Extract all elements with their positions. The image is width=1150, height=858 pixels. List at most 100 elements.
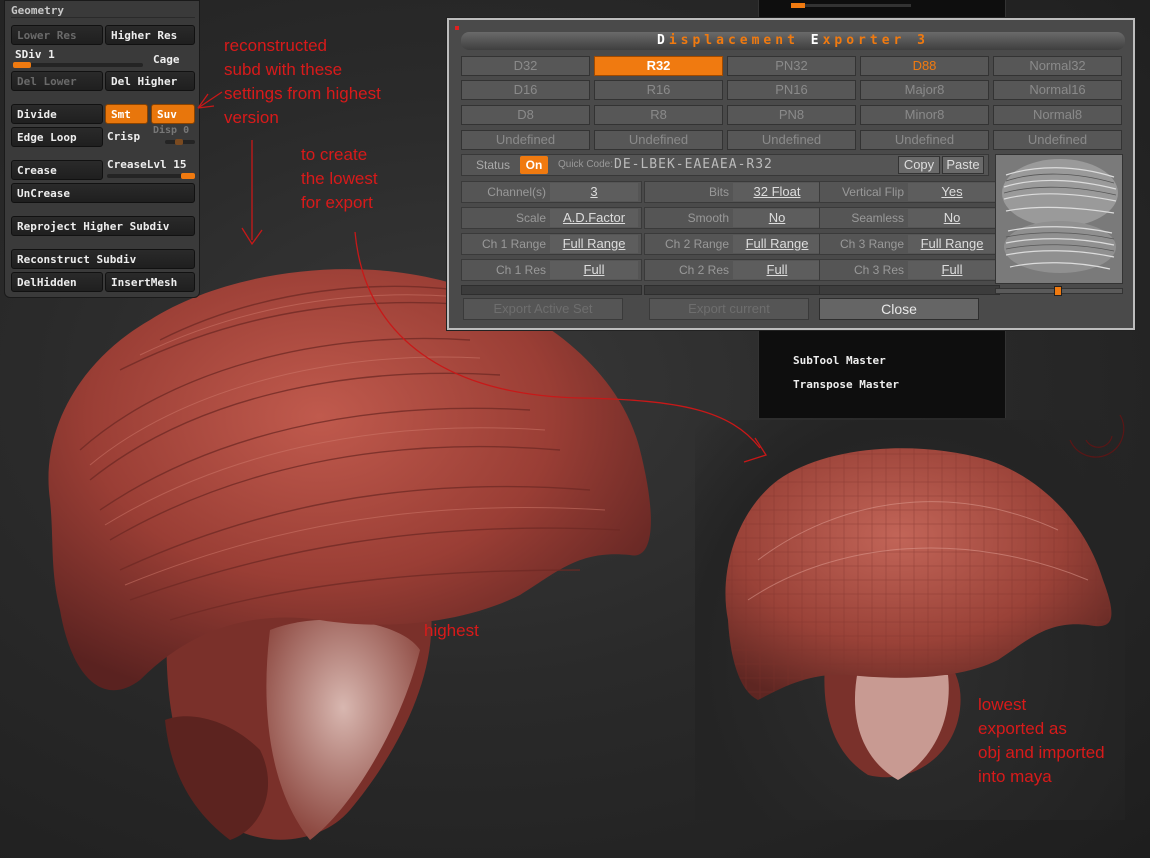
displacement-map-image: [996, 155, 1122, 283]
disp-label: Disp 0: [153, 125, 190, 136]
export-active-set-button[interactable]: Export Active Set: [463, 298, 623, 320]
param-label: Vertical Flip: [841, 185, 904, 199]
reconstruct-subdiv-button[interactable]: Reconstruct Subdiv: [11, 249, 195, 269]
param-value[interactable]: 32 Float: [733, 183, 821, 201]
dialog-title: Displacement Exporter 3: [461, 32, 1125, 50]
annotation-highest: highest: [424, 621, 479, 640]
uncrease-button[interactable]: UnCrease: [11, 183, 195, 203]
format-button-normal16[interactable]: Normal16: [993, 80, 1122, 100]
param-label: Ch 1 Range: [481, 237, 546, 251]
higher-res-button[interactable]: Higher Res: [105, 25, 195, 45]
crease-level-slider[interactable]: [107, 173, 195, 179]
transpose-master-button[interactable]: Transpose Master: [793, 378, 899, 391]
format-button-undefined[interactable]: Undefined: [727, 130, 856, 150]
param-label: Ch 1 Res: [495, 263, 546, 277]
param-value[interactable]: No: [733, 209, 821, 227]
disp-slider-knob[interactable]: [175, 139, 183, 145]
annotation-line: lowest: [978, 695, 1027, 714]
param-label: Ch 2 Res: [678, 263, 729, 277]
format-button-d16[interactable]: D16: [461, 80, 590, 100]
param-label: Scale: [515, 211, 546, 225]
sdiv-slider[interactable]: [13, 62, 143, 68]
disp-slider[interactable]: [165, 139, 195, 145]
annotation-line: the lowest: [301, 169, 378, 188]
format-button-undefined[interactable]: Undefined: [993, 130, 1122, 150]
format-button-d32[interactable]: D32: [461, 56, 590, 76]
sdiv-slider-knob[interactable]: [13, 62, 31, 68]
format-button-normal32[interactable]: Normal32: [993, 56, 1122, 76]
suv-toggle[interactable]: Suv: [151, 104, 195, 124]
geometry-panel: Geometry Lower Res Higher Res SDiv 1 Cag…: [4, 0, 200, 298]
param-channel-s: Channel(s) 3: [461, 181, 642, 203]
annotation-line: reconstructed: [224, 36, 327, 55]
title-e: E: [810, 33, 823, 48]
format-button-pn32[interactable]: PN32: [727, 56, 856, 76]
del-lower-button[interactable]: Del Lower: [11, 71, 103, 91]
annotation-line: obj and imported: [978, 743, 1105, 762]
param-value[interactable]: Full Range: [733, 235, 821, 253]
crisp-toggle[interactable]: Crisp: [107, 130, 140, 143]
preview-slider-knob[interactable]: [1054, 286, 1062, 296]
param-vertical-flip: Vertical Flip Yes: [819, 181, 1000, 203]
title-d: D: [656, 33, 669, 48]
annotation-reconstructed: reconstructed subd with these settings f…: [224, 34, 381, 130]
param-value[interactable]: Full: [550, 261, 638, 279]
param-spacer: [819, 285, 1000, 295]
paste-button[interactable]: Paste: [942, 156, 984, 174]
subtool-top-slider[interactable]: [791, 3, 911, 8]
edge-loop-button[interactable]: Edge Loop: [11, 127, 103, 147]
format-button-undefined[interactable]: Undefined: [461, 130, 590, 150]
close-button[interactable]: Close: [819, 298, 979, 320]
param-value[interactable]: Full: [733, 261, 821, 279]
format-button-r32[interactable]: R32: [594, 56, 723, 76]
format-button-r16[interactable]: R16: [594, 80, 723, 100]
format-button-undefined[interactable]: Undefined: [594, 130, 723, 150]
cage-label[interactable]: Cage: [153, 53, 180, 66]
format-button-pn8[interactable]: PN8: [727, 105, 856, 125]
format-button-minor8[interactable]: Minor8: [860, 105, 989, 125]
param-value[interactable]: Full Range: [550, 235, 638, 253]
title-rest2: xporter 3: [822, 33, 930, 48]
param-seamless: Seamless No: [819, 207, 1000, 229]
param-label: Channel(s): [487, 185, 546, 199]
crease-level-slider-knob[interactable]: [181, 173, 195, 179]
annotation-create-lowest: to create the lowest for export: [301, 143, 378, 215]
export-current-button[interactable]: Export current: [649, 298, 809, 320]
insertmesh-button[interactable]: InsertMesh: [105, 272, 195, 292]
param-value[interactable]: Yes: [908, 183, 996, 201]
param-value[interactable]: No: [908, 209, 996, 227]
quick-code-value[interactable]: DE-LBEK-EAEAEA-R32: [614, 157, 773, 172]
param-value[interactable]: 3: [550, 183, 638, 201]
param-value[interactable]: A.D.Factor: [550, 209, 638, 227]
divide-button[interactable]: Divide: [11, 104, 103, 124]
annotation-line: version: [224, 108, 279, 127]
annotation-line: subd with these: [224, 60, 343, 79]
format-button-normal8[interactable]: Normal8: [993, 105, 1122, 125]
format-button-major8[interactable]: Major8: [860, 80, 989, 100]
format-button-d8[interactable]: D8: [461, 105, 590, 125]
param-value[interactable]: Full: [908, 261, 996, 279]
format-button-d88[interactable]: D88: [860, 56, 989, 76]
del-higher-button[interactable]: Del Higher: [105, 71, 195, 91]
highest-hair-mesh: [48, 269, 651, 840]
crease-button[interactable]: Crease: [11, 160, 103, 180]
format-button-undefined[interactable]: Undefined: [860, 130, 989, 150]
param-label: Ch 2 Range: [664, 237, 729, 251]
param-scale: Scale A.D.Factor: [461, 207, 642, 229]
slider-knob[interactable]: [791, 3, 805, 8]
annotation-line: settings from highest: [224, 84, 381, 103]
copy-button[interactable]: Copy: [898, 156, 940, 174]
reproject-higher-subdiv-button[interactable]: Reproject Higher Subdiv: [11, 216, 195, 236]
smt-toggle[interactable]: Smt: [105, 104, 148, 124]
format-button-pn16[interactable]: PN16: [727, 80, 856, 100]
format-button-r8[interactable]: R8: [594, 105, 723, 125]
subtool-master-button[interactable]: SubTool Master: [793, 354, 886, 367]
param-spacer: [644, 285, 825, 295]
param-value[interactable]: Full Range: [908, 235, 996, 253]
delhidden-button[interactable]: DelHidden: [11, 272, 103, 292]
status-on-toggle[interactable]: On: [520, 156, 548, 174]
annotation-line: to create: [301, 145, 368, 164]
lower-res-button[interactable]: Lower Res: [11, 25, 103, 45]
param-bits: Bits 32 Float: [644, 181, 825, 203]
preview-slider[interactable]: [995, 286, 1123, 296]
